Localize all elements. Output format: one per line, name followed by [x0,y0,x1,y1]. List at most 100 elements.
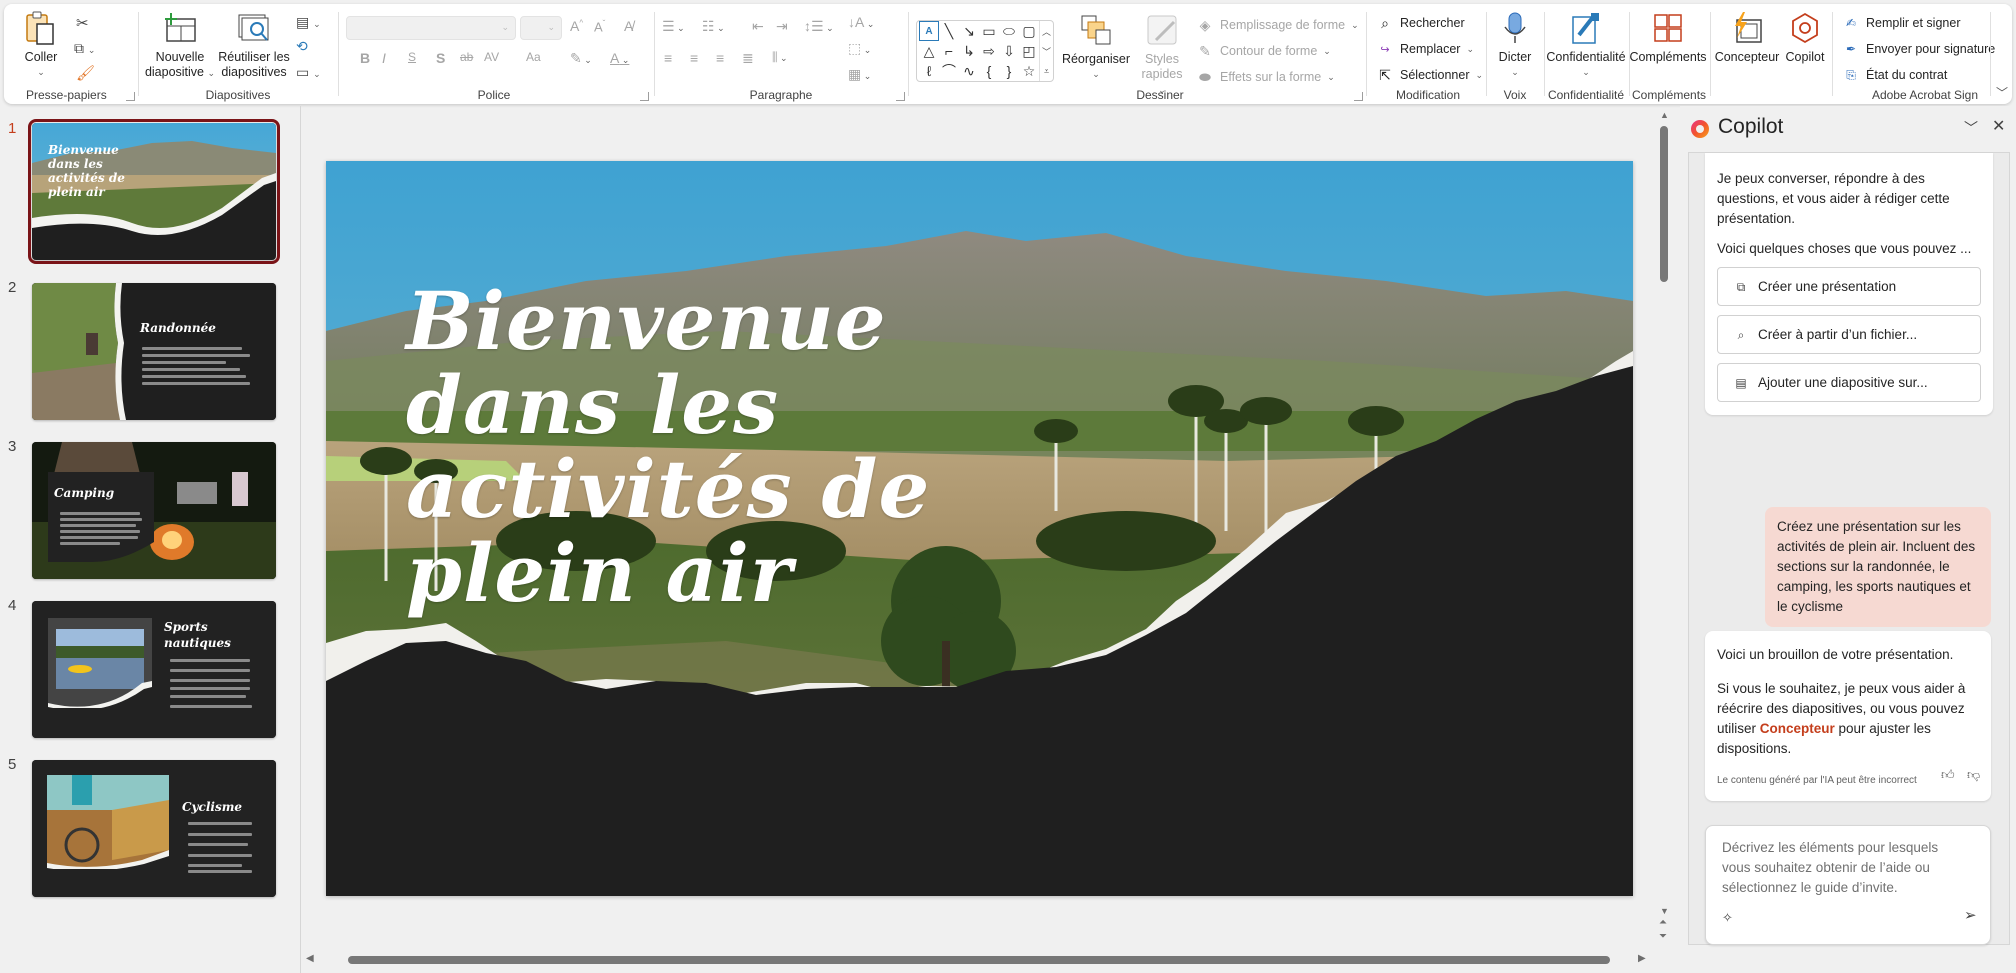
thumbs-down-icon[interactable]: 👎︎ [1967,765,1980,785]
left-brace-shape[interactable]: { [979,61,999,81]
thumbs-up-icon[interactable]: 👍︎ [1941,765,1955,785]
copy-icon[interactable]: ⧉ ⌄ [74,40,95,57]
collapse-ribbon-icon[interactable]: ﹀ [1996,84,2008,101]
slide-thumbnail-2[interactable]: Randonnée [32,283,276,420]
sensitivity-button[interactable]: Confidentialité ⌄ [1546,10,1626,80]
addins-button[interactable]: Compléments [1629,10,1707,65]
close-icon[interactable]: ✕ [1992,116,2005,136]
arc-shape[interactable]: ⌒ [939,61,959,81]
highlight-icon[interactable]: ✎ ⌄ [570,50,592,67]
select-button[interactable]: ⇱ Sélectionner ⌄ [1376,66,1483,84]
freeform-shape[interactable]: ℓ [919,61,939,81]
scroll-up-arrow[interactable]: ▲ [1660,110,1669,120]
slide-thumbnail-4[interactable]: Sports nautiques [32,601,276,738]
columns-icon[interactable]: ⫼ ⌄ [772,50,788,65]
font-name-combo[interactable]: ⌄ [346,16,516,40]
next-slide-icon[interactable]: ⏷ [1659,932,1667,942]
arrange-button[interactable]: Réorganiser ⌄ [1058,12,1134,82]
align-left-icon[interactable]: ≡ [664,50,672,66]
shadow-button[interactable]: S [436,50,445,66]
reset-icon[interactable]: ⟲ [296,38,308,55]
font-dialog-launcher[interactable] [640,92,649,101]
prompt-input-placeholder[interactable]: Décrivez les éléments pour lesquels vous… [1722,838,1962,898]
slide-thumbnail-5[interactable]: Cyclisme [32,760,276,897]
shape-fill-button[interactable]: ◈ Remplissage de forme ⌄ [1196,16,1359,34]
designer-link[interactable]: Concepteur [1760,721,1835,736]
suggestion-add-slide[interactable]: ▤ Ajouter une diapositive sur... [1717,363,1981,402]
slide-canvas[interactable]: Bienvenue dans les activités de plein ai… [326,161,1633,896]
font-size-combo[interactable]: ⌄ [520,16,562,40]
change-case-button[interactable]: Aa [526,50,541,64]
layout-icon[interactable]: ▤ ⌄ [296,14,321,31]
elbow-arrow-shape[interactable]: ↳ [959,41,979,61]
find-button[interactable]: ⌕ Rechercher [1376,14,1465,32]
section-icon[interactable]: ▭ ⌄ [296,64,321,81]
prompt-guide-sparkle-icon[interactable]: ✧ [1722,908,1733,928]
increase-indent-icon[interactable]: ⇥ [776,18,788,35]
scroll-right-arrow[interactable]: ▶ [1638,953,1646,964]
paste-button[interactable]: Coller ⌄ [18,10,64,80]
grow-font-icon[interactable]: A^ [570,18,583,34]
send-icon[interactable]: ➢ [1964,906,1977,926]
horizontal-scrollbar[interactable]: ◀ ▶ [302,952,1654,968]
fill-sign-button[interactable]: ✍ Remplir et signer [1842,14,1961,32]
shape-outline-button[interactable]: ✎ Contour de forme ⌄ [1196,42,1331,60]
curve-shape[interactable]: ∿ [959,61,979,81]
triangle-shape[interactable]: △ [919,41,939,61]
align-right-icon[interactable]: ≡ [716,50,724,66]
arrow-shape[interactable]: ↘ [959,21,979,41]
align-center-icon[interactable]: ≡ [690,50,698,66]
right-brace-shape[interactable]: } [999,61,1019,81]
shape-effects-button[interactable]: ⬬ Effets sur la forme ⌄ [1196,68,1335,86]
snip-rectangle-shape[interactable]: ◰ [1019,41,1039,61]
cut-icon[interactable]: ✂ [76,14,89,32]
reuse-slides-button[interactable]: Réutiliser les diapositives [218,10,290,80]
rounded-rectangle-shape[interactable]: ▢ [1019,21,1039,41]
bold-button[interactable]: B [360,50,370,66]
gallery-scroll-down[interactable]: ﹀ [1039,41,1053,61]
scroll-left-arrow[interactable]: ◀ [306,953,314,964]
suggestion-create-presentation[interactable]: ⧉ Créer une présentation [1717,267,1981,306]
character-spacing-button[interactable]: AV [484,50,499,64]
underline-button[interactable]: S [408,50,416,64]
italic-button[interactable]: I [382,50,386,66]
shapes-gallery[interactable]: A ╲ ↘ ▭ ⬭ ▢ △ ⌐ ↳ ⇨ ⇩ ◰ ℓ ⌒ ∿ { } ☆ ︿ ﹀ … [916,20,1054,82]
send-signature-button[interactable]: ✒ Envoyer pour signature [1842,40,1995,58]
font-color-icon[interactable]: A ⌄ [610,50,629,66]
vertical-scrollbar[interactable]: ▲ ▼ ⏶ ⏷ [1656,106,1672,944]
quick-styles-button[interactable]: Styles rapides ⌄ [1136,12,1188,98]
gallery-expand[interactable]: ⩡ [1039,61,1053,81]
right-arrow-shape[interactable]: ⇨ [979,41,999,61]
text-direction-icon[interactable]: ↓A ⌄ [848,14,874,30]
designer-button[interactable]: Concepteur [1712,10,1782,65]
strikethrough-button[interactable]: ab [460,50,473,64]
star-shape[interactable]: ☆ [1019,61,1039,81]
gallery-scroll-up[interactable]: ︿ [1039,21,1053,41]
vertical-scroll-thumb[interactable] [1660,126,1668,282]
decrease-indent-icon[interactable]: ⇤ [752,18,764,35]
justify-icon[interactable]: ≣ [742,50,754,67]
contract-status-button[interactable]: ⎘ État du contrat [1842,66,1947,84]
paragraph-dialog-launcher[interactable] [896,92,905,101]
prompt-input-box[interactable]: Décrivez les éléments pour lesquels vous… [1705,825,1991,945]
smartart-icon[interactable]: ▦ ⌄ [848,66,871,83]
numbering-icon[interactable]: ☷ ⌄ [702,18,725,35]
slide-thumbnail-3[interactable]: Camping [32,442,276,579]
slide-title[interactable]: Bienvenue dans les activités de plein ai… [406,279,1006,615]
rectangle-shape[interactable]: ▭ [979,21,999,41]
replace-button[interactable]: ↪ Remplacer ⌄ [1376,40,1474,58]
format-painter-icon[interactable]: 🖌 [76,64,95,82]
suggestion-create-from-file[interactable]: ⌕ Créer à partir d’un fichier... [1717,315,1981,354]
text-box-shape[interactable]: A [919,21,939,41]
scroll-down-arrow[interactable]: ▼ [1660,906,1669,916]
copilot-button[interactable]: Copilot [1782,10,1828,65]
new-slide-button[interactable]: Nouvelle diapositive ⌄ [144,10,216,81]
horizontal-scroll-thumb[interactable] [348,956,1610,964]
chevron-down-icon[interactable]: ﹀ [1964,118,1978,138]
dictate-button[interactable]: Dicter ⌄ [1492,10,1538,80]
previous-slide-icon[interactable]: ⏶ [1659,918,1667,928]
clear-formatting-icon[interactable]: A̸ [624,18,633,34]
drawing-dialog-launcher[interactable] [1354,92,1363,101]
down-arrow-shape[interactable]: ⇩ [999,41,1019,61]
elbow-connector-shape[interactable]: ⌐ [939,41,959,61]
